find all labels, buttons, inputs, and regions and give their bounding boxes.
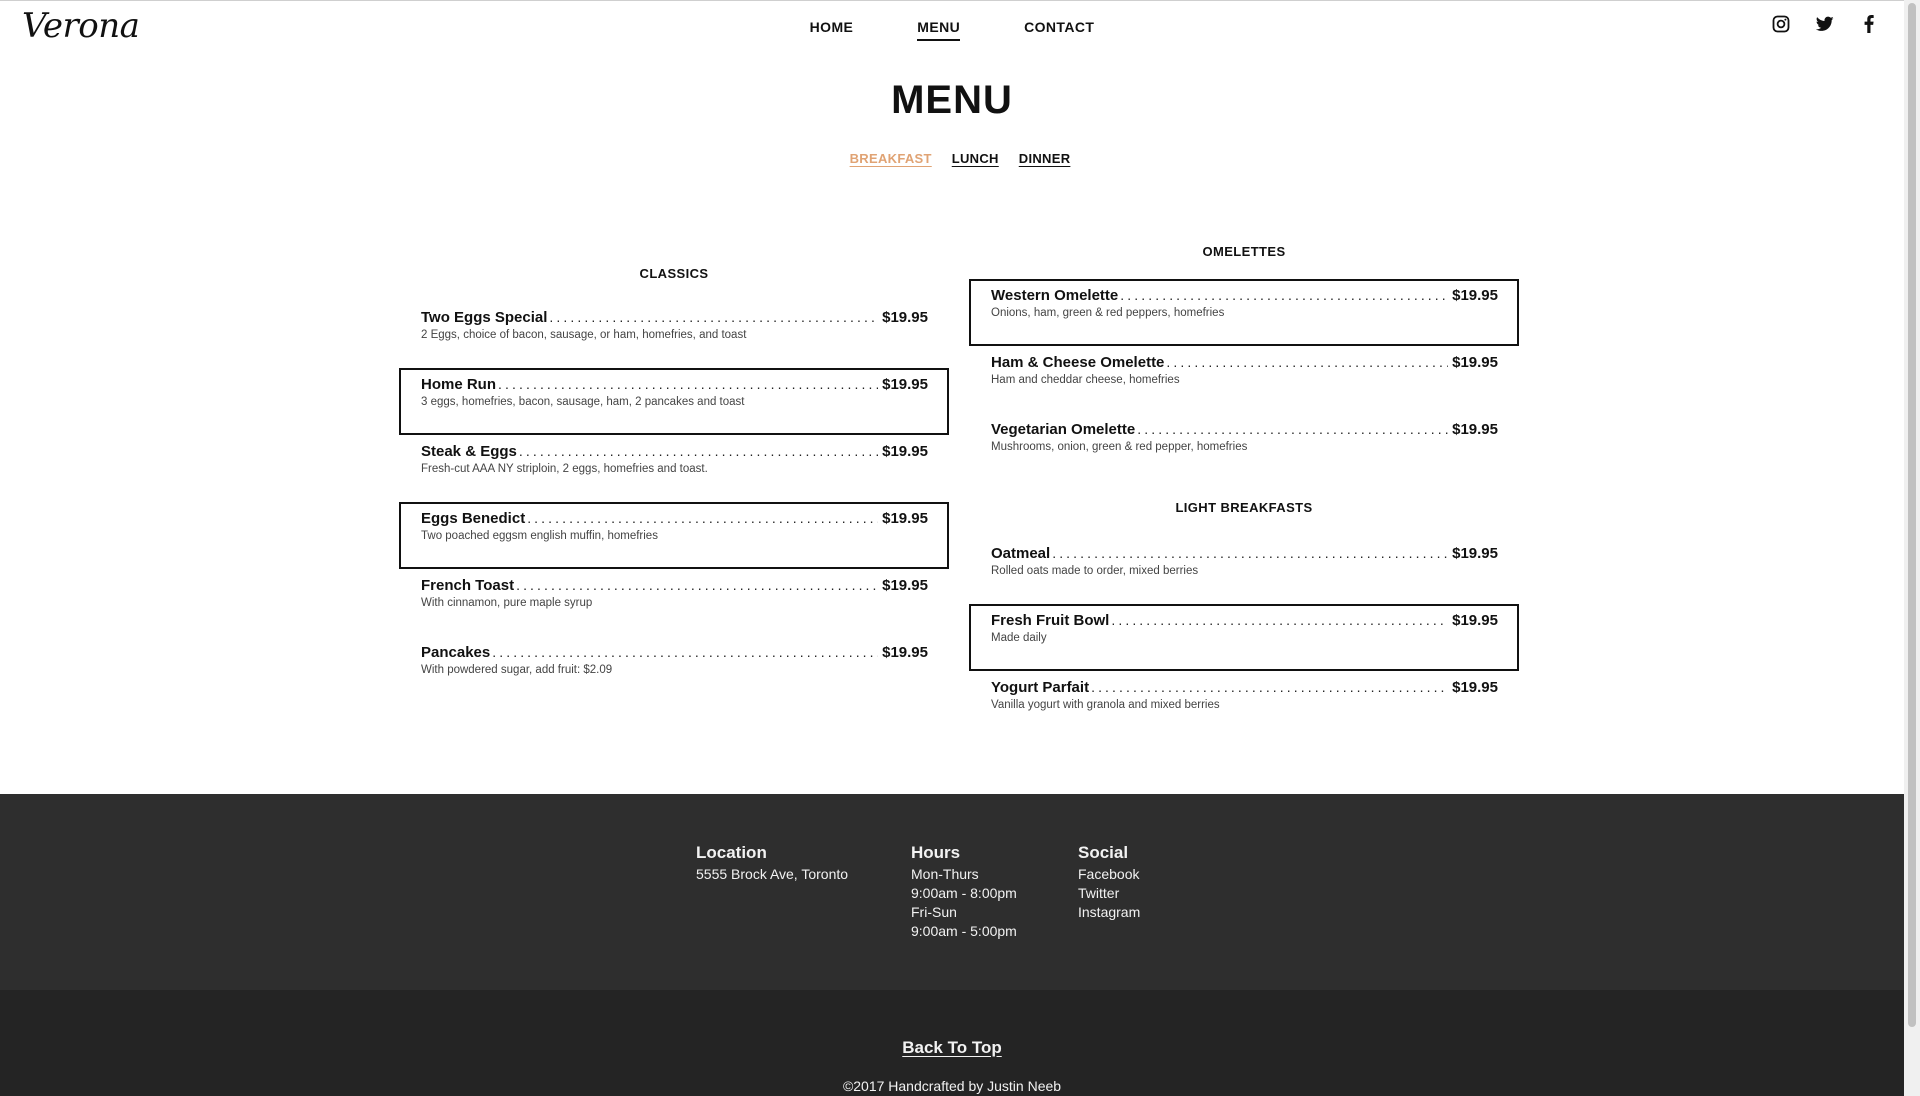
item-price: $19.95 [1452,545,1498,562]
item-price: $19.95 [1452,679,1498,696]
dot-leader: ........................................… [516,577,878,593]
menu-item[interactable]: Pancakes ...............................… [399,636,949,703]
item-price: $19.95 [882,376,928,393]
nav-contact[interactable]: CONTACT [1024,19,1094,41]
item-price: $19.95 [882,309,928,326]
dot-leader: ........................................… [492,644,878,660]
menu-item[interactable]: Ham & Cheese Omelette ..................… [969,346,1519,413]
facebook-icon[interactable] [1860,15,1878,33]
menu-item[interactable]: Fresh Fruit Bowl .......................… [969,604,1519,671]
item-description: Onions, ham, green & red peppers, homefr… [991,307,1225,319]
item-description: Two poached eggsm english muffin, homefr… [421,530,658,542]
item-description: Made daily [991,632,1047,644]
item-name: Oatmeal [991,545,1051,562]
tab-dinner[interactable]: DINNER [1019,151,1071,166]
hours-line: 9:00am - 5:00pm [911,923,1017,939]
item-name: Yogurt Parfait [991,679,1090,696]
nav-menu[interactable]: MENU [917,19,961,41]
footer-hours-title: Hours [911,843,961,862]
item-description: Rolled oats made to order, mixed berries [991,565,1199,577]
item-name: French Toast [421,577,515,594]
nav-home[interactable]: HOME [810,19,854,41]
header-social-icons [1772,15,1878,33]
dot-leader: ........................................… [1120,287,1449,303]
menu-item[interactable]: Yogurt Parfait .........................… [969,671,1519,738]
item-description: With cinnamon, pure maple syrup [421,597,593,609]
item-description: Fresh-cut AAA NY striploin, 2 eggs, home… [421,463,708,475]
footer-hours: Hours Mon-Thurs 9:00am - 8:00pm Fri-Sun … [911,843,1078,941]
item-name: Western Omelette [991,287,1119,304]
item-description: Vanilla yogurt with granola and mixed be… [991,699,1220,711]
menu-item[interactable]: Oatmeal ................................… [969,537,1519,604]
dot-leader: ........................................… [1166,354,1448,370]
hours-line: Fri-Sun [911,904,957,920]
main-nav: HOME MENU CONTACT [0,19,1904,41]
item-description: 3 eggs, homefries, bacon, sausage, ham, … [421,396,745,408]
footer-credit: ©2017 Handcrafted by Justin Neeb [842,1078,1062,1094]
menu-item[interactable]: Vegetarian Omelette ....................… [969,413,1519,480]
footer-bottom-bar: Back To Top ©2017 Handcrafted by Justin … [0,990,1904,1096]
scrollbar-thumb[interactable] [1908,3,1916,1027]
item-name: Steak & Eggs [421,443,517,460]
twitter-icon[interactable] [1816,15,1834,33]
classics-column: CLASSICS Two Eggs Special ..............… [399,266,949,703]
footer-link-twitter[interactable]: Twitter [1078,884,1198,903]
menu-item[interactable]: Two Eggs Special .......................… [399,301,949,368]
omelettes-column: OMELETTES Western Omelette .............… [969,244,1519,738]
item-name: Pancakes [421,644,491,661]
menu-tabs: BREAKFAST LUNCH DINNER [0,151,1904,166]
page-scrollbar[interactable] [1904,0,1920,1096]
item-name: Home Run [421,376,496,393]
footer-social-title: Social [1078,843,1129,862]
item-price: $19.95 [1452,287,1498,304]
item-description: With powdered sugar, add fruit: $2.09 [421,664,613,676]
footer-link-instagram[interactable]: Instagram [1078,903,1198,922]
tab-breakfast[interactable]: BREAKFAST [850,151,932,166]
item-price: $19.95 [882,577,928,594]
item-price: $19.95 [1452,612,1498,629]
instagram-icon[interactable] [1772,15,1790,33]
item-price: $19.95 [882,510,928,527]
menu-item[interactable]: Home Run ...............................… [399,368,949,435]
dot-leader: ........................................… [498,376,878,392]
dot-leader: ........................................… [549,309,878,325]
item-price: $19.95 [882,443,928,460]
dot-leader: ........................................… [1052,545,1448,561]
dot-leader: ........................................… [1091,679,1448,695]
item-price: $19.95 [1452,354,1498,371]
dot-leader: ........................................… [518,443,878,459]
menu-item[interactable]: Steak & Eggs ...........................… [399,435,949,502]
item-price: $19.95 [1452,421,1498,438]
dot-leader: ........................................… [1111,612,1448,628]
item-name: Fresh Fruit Bowl [991,612,1110,629]
footer-social: Social Facebook Twitter Instagram [1078,843,1198,941]
menu-item[interactable]: Eggs Benedict ..........................… [399,502,949,569]
tab-lunch[interactable]: LUNCH [952,151,999,166]
section-title-omelettes: OMELETTES [1202,244,1286,259]
item-name: Ham & Cheese Omelette [991,354,1165,371]
item-name: Vegetarian Omelette [991,421,1136,438]
site-footer: Location 5555 Brock Ave, Toronto Hours M… [0,794,1904,990]
hours-line: 9:00am - 8:00pm [911,885,1017,901]
item-description: Mushrooms, onion, green & red pepper, ho… [991,441,1248,453]
item-description: Ham and cheddar cheese, homefries [991,374,1180,386]
item-name: Eggs Benedict [421,510,526,527]
page-title: MENU [891,78,1013,122]
item-name: Two Eggs Special [421,309,548,326]
dot-leader: ........................................… [527,510,878,526]
menu-item[interactable]: French Toast ...........................… [399,569,949,636]
back-to-top-link[interactable]: Back To Top [902,1038,1002,1057]
footer-location: Location 5555 Brock Ave, Toronto [696,843,911,941]
dot-leader: ........................................… [1137,421,1448,437]
footer-link-facebook[interactable]: Facebook [1078,865,1198,884]
top-border [0,0,1904,1]
item-description: 2 Eggs, choice of bacon, sausage, or ham… [421,329,747,341]
section-title-light-breakfasts: LIGHT BREAKFASTS [1175,500,1313,515]
footer-address: 5555 Brock Ave, Toronto [696,866,849,882]
footer-location-title: Location [696,843,767,862]
item-price: $19.95 [882,644,928,661]
hours-line: Mon-Thurs [911,866,979,882]
section-title-classics: CLASSICS [639,266,709,281]
menu-item[interactable]: Western Omelette .......................… [969,279,1519,346]
